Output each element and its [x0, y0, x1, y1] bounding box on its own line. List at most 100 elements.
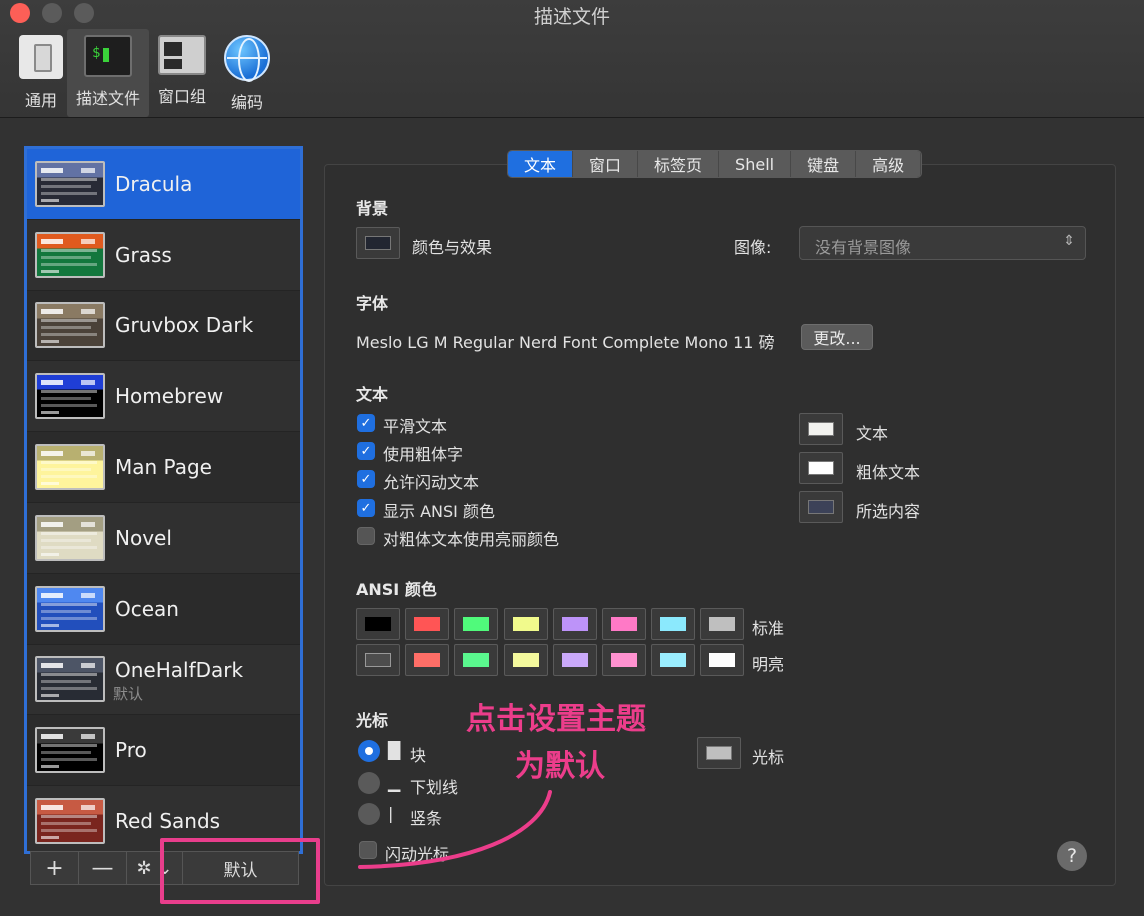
profile-default-badge: 默认	[113, 684, 144, 703]
ansi-normal-swatch[interactable]	[651, 608, 696, 640]
font-value: Meslo LG M Regular Nerd Font Complete Mo…	[356, 333, 775, 352]
profile-item[interactable]: Gruvbox Dark	[27, 290, 300, 362]
profile-name: Man Page	[115, 455, 212, 480]
profile-thumbnail	[35, 373, 105, 420]
toolbar-encodings[interactable]: 编码	[206, 29, 288, 117]
tab-0[interactable]: 文本	[508, 151, 574, 177]
text-option-label: 允许闪动文本	[383, 473, 480, 492]
profile-name: OneHalfDark	[115, 658, 244, 683]
profile-name: Red Sands	[115, 809, 221, 834]
toolbar-encodings-label: 编码	[230, 93, 263, 112]
profile-name: Dracula	[115, 171, 193, 196]
ansi-bright-swatch[interactable]	[552, 644, 597, 676]
ansi-normal-label: 标准	[752, 619, 785, 638]
ansi-bright-swatch[interactable]	[503, 644, 548, 676]
text-option-label: 平滑文本	[383, 417, 448, 436]
profile-item[interactable]: Homebrew	[27, 361, 300, 433]
change-font-button[interactable]: 更改...	[801, 324, 873, 350]
remove-profile-button[interactable]: —	[79, 852, 127, 884]
profile-item[interactable]: Pro	[27, 715, 300, 787]
profile-name: Grass	[115, 242, 172, 267]
text-option-label: 对粗体文本使用亮丽颜色	[383, 530, 560, 549]
profiles-icon	[84, 35, 132, 77]
window-title: 描述文件	[533, 6, 610, 28]
toolbar-profiles[interactable]: 描述文件	[67, 29, 149, 117]
ansi-bright-swatch[interactable]	[356, 644, 400, 676]
cursor-style-glyph-icon: █	[388, 741, 401, 760]
text-option-checkbox[interactable]: ✓	[357, 470, 375, 488]
profile-name: Gruvbox Dark	[115, 313, 254, 338]
profile-item[interactable]: OneHalfDark 默认	[27, 644, 300, 716]
ansi-normal-swatch[interactable]	[503, 608, 548, 640]
tab-5[interactable]: 高级	[856, 151, 922, 177]
ansi-bright-label: 明亮	[752, 655, 785, 674]
tab-2[interactable]: 标签页	[638, 151, 720, 177]
ansi-normal-swatch[interactable]	[552, 608, 597, 640]
profile-name: Ocean	[115, 596, 179, 621]
ansi-bright-swatch[interactable]	[700, 644, 745, 676]
text-option-label: 显示 ANSI 颜色	[383, 502, 495, 521]
window-groups-icon	[158, 35, 206, 75]
text-color-swatch[interactable]	[799, 452, 843, 484]
tab-1[interactable]: 窗口	[573, 151, 639, 177]
ansi-normal-swatch[interactable]	[700, 608, 745, 640]
profile-thumbnail	[35, 585, 105, 632]
profile-item[interactable]: Novel	[27, 502, 300, 574]
background-color-swatch[interactable]	[356, 227, 400, 259]
profile-item[interactable]: Dracula	[27, 149, 300, 220]
ansi-bright-swatch[interactable]	[602, 644, 646, 676]
background-image-label: 图像:	[734, 238, 772, 257]
ansi-normal-swatch[interactable]	[454, 608, 499, 640]
profile-thumbnail	[35, 160, 105, 207]
ansi-heading: ANSI 颜色	[356, 580, 437, 599]
globe-icon	[224, 35, 270, 82]
text-heading: 文本	[356, 385, 389, 404]
annotation-highlight-box	[160, 838, 320, 904]
profile-thumbnail	[35, 444, 105, 491]
text-option-label: 使用粗体字	[383, 445, 464, 464]
ansi-normal-swatch[interactable]	[356, 608, 400, 640]
cursor-heading: 光标	[356, 711, 389, 730]
profile-item[interactable]: Ocean	[27, 573, 300, 645]
text-color-swatch[interactable]	[799, 491, 843, 523]
annotation-text-line1: 点击设置主题	[466, 702, 646, 737]
profile-item[interactable]: Man Page	[27, 432, 300, 503]
text-color-swatch[interactable]	[799, 413, 843, 445]
text-option-checkbox[interactable]	[357, 527, 375, 545]
profile-name: Pro	[115, 738, 147, 763]
background-image-select[interactable]: 没有背景图像 ⇕	[799, 226, 1086, 260]
profile-thumbnail	[35, 302, 105, 349]
toolbar-profiles-label: 描述文件	[75, 89, 140, 108]
text-color-label: 文本	[856, 424, 889, 443]
background-heading: 背景	[356, 199, 389, 218]
font-heading: 字体	[356, 294, 389, 313]
text-color-label: 粗体文本	[856, 463, 921, 482]
profile-thumbnail	[35, 656, 105, 703]
text-option-checkbox[interactable]: ✓	[357, 414, 375, 432]
toolbar-general-label: 通用	[24, 91, 57, 110]
text-option-checkbox[interactable]: ✓	[357, 442, 375, 460]
add-profile-button[interactable]: +	[31, 852, 79, 884]
profile-item[interactable]: Grass	[27, 219, 300, 291]
toolbar-window-groups-label: 窗口组	[157, 87, 206, 106]
tab-4[interactable]: 键盘	[791, 151, 857, 177]
tab-3[interactable]: Shell	[719, 151, 792, 177]
ansi-normal-swatch[interactable]	[405, 608, 450, 640]
help-button[interactable]: ?	[1057, 841, 1087, 871]
cursor-color-swatch[interactable]	[697, 737, 741, 769]
title-bar: 描述文件 通用 描述文件 窗口组 编码	[0, 0, 1144, 118]
background-color-label: 颜色与效果	[412, 238, 493, 257]
text-option-checkbox[interactable]: ✓	[357, 499, 375, 517]
profile-list[interactable]: Dracula Grass Gruvbox Dark Homebrew Man Page…	[24, 146, 303, 854]
ansi-bright-swatch[interactable]	[405, 644, 450, 676]
profile-name: Novel	[115, 525, 172, 550]
profile-thumbnail	[35, 231, 105, 278]
background-image-value: 没有背景图像	[815, 238, 912, 257]
ansi-bright-swatch[interactable]	[454, 644, 499, 676]
annotation-arrow	[358, 790, 552, 869]
text-color-label: 所选内容	[856, 502, 921, 521]
select-arrows-icon: ⇕	[1063, 233, 1075, 249]
ansi-normal-swatch[interactable]	[602, 608, 646, 640]
ansi-bright-swatch[interactable]	[651, 644, 696, 676]
cursor-style-radio[interactable]	[358, 740, 380, 762]
